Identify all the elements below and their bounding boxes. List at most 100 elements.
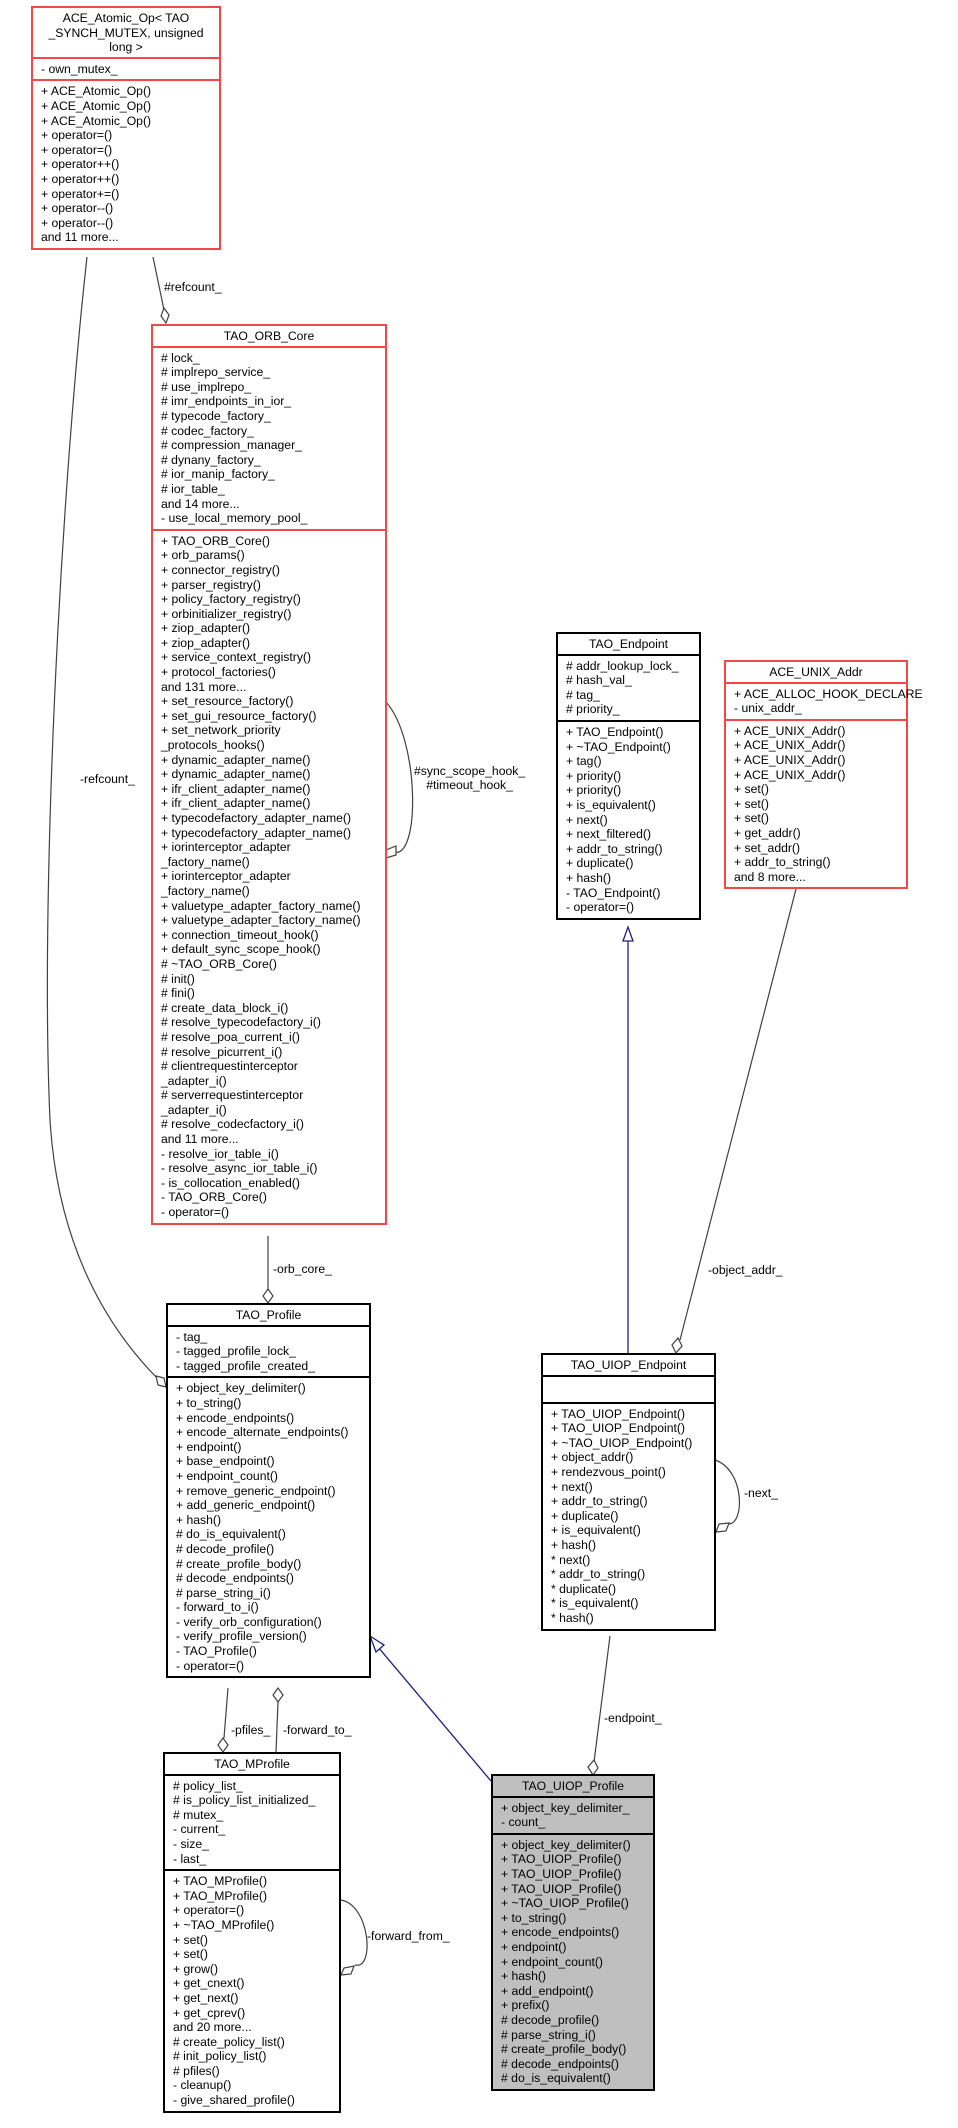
class-member[interactable]: + next()	[551, 1480, 710, 1495]
class-member[interactable]: + hash()	[501, 1969, 649, 1984]
class-member[interactable]: # do_is_equivalent()	[501, 2071, 649, 2086]
class-member[interactable]: * next()	[551, 1553, 710, 1568]
class-member[interactable]: - tagged_profile_lock_	[176, 1344, 365, 1359]
class-member[interactable]: + hash()	[551, 1538, 710, 1553]
class-member[interactable]: - current_	[173, 1822, 335, 1837]
class-member[interactable]: + set_addr()	[734, 841, 902, 856]
class-ace-unix-addr[interactable]: ACE_UNIX_Addr + ACE_ALLOC_HOOK_DECLARE - …	[724, 660, 923, 890]
class-member[interactable]: # ~TAO_ORB_Core()	[161, 957, 381, 972]
class-member[interactable]: + ifr_client_adapter_name()	[161, 796, 381, 811]
class-member[interactable]: + set_network_priority	[161, 723, 381, 738]
class-member[interactable]: # ior_manip_factory_	[161, 467, 381, 482]
class-member[interactable]: - forward_to_i()	[176, 1600, 365, 1615]
class-member[interactable]: + endpoint()	[501, 1940, 649, 1955]
class-member[interactable]: - own_mutex_	[41, 62, 215, 77]
class-member[interactable]: # clientrequestinterceptor	[161, 1059, 381, 1074]
class-member[interactable]: + iorinterceptor_adapter	[161, 840, 381, 855]
class-member[interactable]: + parser_registry()	[161, 578, 381, 593]
class-member[interactable]: + valuetype_adapter_factory_name()	[161, 899, 381, 914]
class-tao-endpoint[interactable]: TAO_Endpoint # addr_lookup_lock_ # hash_v…	[556, 632, 701, 920]
class-member[interactable]: + priority()	[566, 769, 695, 784]
class-member[interactable]: + orb_params()	[161, 548, 381, 563]
class-member[interactable]: + to_string()	[501, 1911, 649, 1926]
class-member[interactable]: + base_endpoint()	[176, 1454, 365, 1469]
class-member[interactable]: # resolve_poa_current_i()	[161, 1030, 381, 1045]
class-member[interactable]: + service_context_registry()	[161, 650, 381, 665]
class-member[interactable]: # decode_endpoints()	[501, 2057, 649, 2072]
class-member[interactable]: + ~TAO_MProfile()	[173, 1918, 335, 1933]
class-member[interactable]: # create_profile_body()	[501, 2042, 649, 2057]
class-member[interactable]: # fini()	[161, 986, 381, 1001]
class-member[interactable]: # create_policy_list()	[173, 2035, 335, 2050]
class-member[interactable]: # compression_manager_	[161, 438, 381, 453]
class-member[interactable]: + iorinterceptor_adapter	[161, 869, 381, 884]
class-member[interactable]: + ACE_Atomic_Op()	[41, 99, 215, 114]
class-member[interactable]: - count_	[501, 1815, 649, 1830]
class-member[interactable]: + protocol_factories()	[161, 665, 381, 680]
class-member[interactable]: and 11 more...	[161, 1132, 381, 1147]
class-member[interactable]: + object_key_delimiter()	[176, 1381, 365, 1396]
class-member[interactable]: + typecodefactory_adapter_name()	[161, 811, 381, 826]
class-member[interactable]: + duplicate()	[551, 1509, 710, 1524]
class-member[interactable]: # hash_val_	[566, 673, 695, 688]
class-member[interactable]: and 20 more...	[173, 2020, 335, 2035]
class-member[interactable]: + endpoint()	[176, 1440, 365, 1455]
class-member[interactable]: - tagged_profile_created_	[176, 1359, 365, 1374]
class-member[interactable]: - resolve_ior_table_i()	[161, 1147, 381, 1162]
class-member[interactable]: + hash()	[566, 871, 695, 886]
class-member[interactable]: + tag()	[566, 754, 695, 769]
class-member[interactable]: + set_resource_factory()	[161, 694, 381, 709]
class-member[interactable]: + operator=()	[41, 143, 215, 158]
class-member[interactable]: + set_gui_resource_factory()	[161, 709, 381, 724]
class-member[interactable]: - use_local_memory_pool_	[161, 511, 381, 526]
class-member[interactable]: _factory_name()	[161, 884, 381, 899]
class-member[interactable]: + rendezvous_point()	[551, 1465, 710, 1480]
class-member[interactable]: and 14 more...	[161, 497, 381, 512]
class-member[interactable]: + next_filtered()	[566, 827, 695, 842]
class-member[interactable]: + operator=()	[173, 1903, 335, 1918]
class-member[interactable]: + duplicate()	[566, 856, 695, 871]
class-member[interactable]: - TAO_Profile()	[176, 1644, 365, 1659]
class-member[interactable]: + object_key_delimiter()	[501, 1838, 649, 1853]
class-member[interactable]: + addr_to_string()	[566, 842, 695, 857]
class-member[interactable]: and 11 more...	[41, 230, 215, 245]
class-member[interactable]: + endpoint_count()	[176, 1469, 365, 1484]
class-member[interactable]: # init()	[161, 972, 381, 987]
class-member[interactable]: # codec_factory_	[161, 424, 381, 439]
class-member[interactable]: - unix_addr_	[734, 701, 902, 716]
class-member[interactable]: - tag_	[176, 1330, 365, 1345]
class-member[interactable]: + get_cnext()	[173, 1976, 335, 1991]
class-member[interactable]: + prefix()	[501, 1998, 649, 2013]
class-member[interactable]: - TAO_ORB_Core()	[161, 1190, 381, 1205]
class-member[interactable]: + operator=()	[41, 128, 215, 143]
class-member[interactable]: and 131 more...	[161, 680, 381, 695]
class-member[interactable]: + encode_alternate_endpoints()	[176, 1425, 365, 1440]
class-member[interactable]: + grow()	[173, 1962, 335, 1977]
class-member[interactable]: + get_cprev()	[173, 2006, 335, 2021]
class-member[interactable]: + get_next()	[173, 1991, 335, 2006]
class-member[interactable]: # create_data_block_i()	[161, 1001, 381, 1016]
class-member[interactable]: + add_endpoint()	[501, 1984, 649, 1999]
class-member[interactable]: _protocols_hooks()	[161, 738, 381, 753]
class-member[interactable]: * is_equivalent()	[551, 1596, 710, 1611]
class-member[interactable]: + ~TAO_UIOP_Endpoint()	[551, 1436, 710, 1451]
class-member[interactable]: + ACE_UNIX_Addr()	[734, 724, 902, 739]
class-tao-uiop-profile[interactable]: TAO_UIOP_Profile + object_key_delimiter_…	[491, 1774, 655, 2091]
class-member[interactable]: # is_policy_list_initialized_	[173, 1793, 335, 1808]
class-member[interactable]: + valuetype_adapter_factory_name()	[161, 913, 381, 928]
class-member[interactable]: + object_key_delimiter_	[501, 1801, 649, 1816]
class-member[interactable]: + ACE_Atomic_Op()	[41, 114, 215, 129]
class-member[interactable]: - give_shared_profile()	[173, 2093, 335, 2108]
class-member[interactable]: + connection_timeout_hook()	[161, 928, 381, 943]
class-member[interactable]: + is_equivalent()	[551, 1523, 710, 1538]
class-member[interactable]: * duplicate()	[551, 1582, 710, 1597]
class-member[interactable]: + ACE_ALLOC_HOOK_DECLARE	[734, 687, 923, 702]
class-member[interactable]: # serverrequestinterceptor	[161, 1088, 381, 1103]
class-member[interactable]: # ior_table_	[161, 482, 381, 497]
class-member[interactable]: + orbinitializer_registry()	[161, 607, 381, 622]
class-member[interactable]: # decode_profile()	[501, 2013, 649, 2028]
class-member[interactable]: # init_policy_list()	[173, 2049, 335, 2064]
class-member[interactable]: + TAO_UIOP_Profile()	[501, 1867, 649, 1882]
class-member[interactable]: + remove_generic_endpoint()	[176, 1484, 365, 1499]
class-member[interactable]: + get_addr()	[734, 826, 902, 841]
